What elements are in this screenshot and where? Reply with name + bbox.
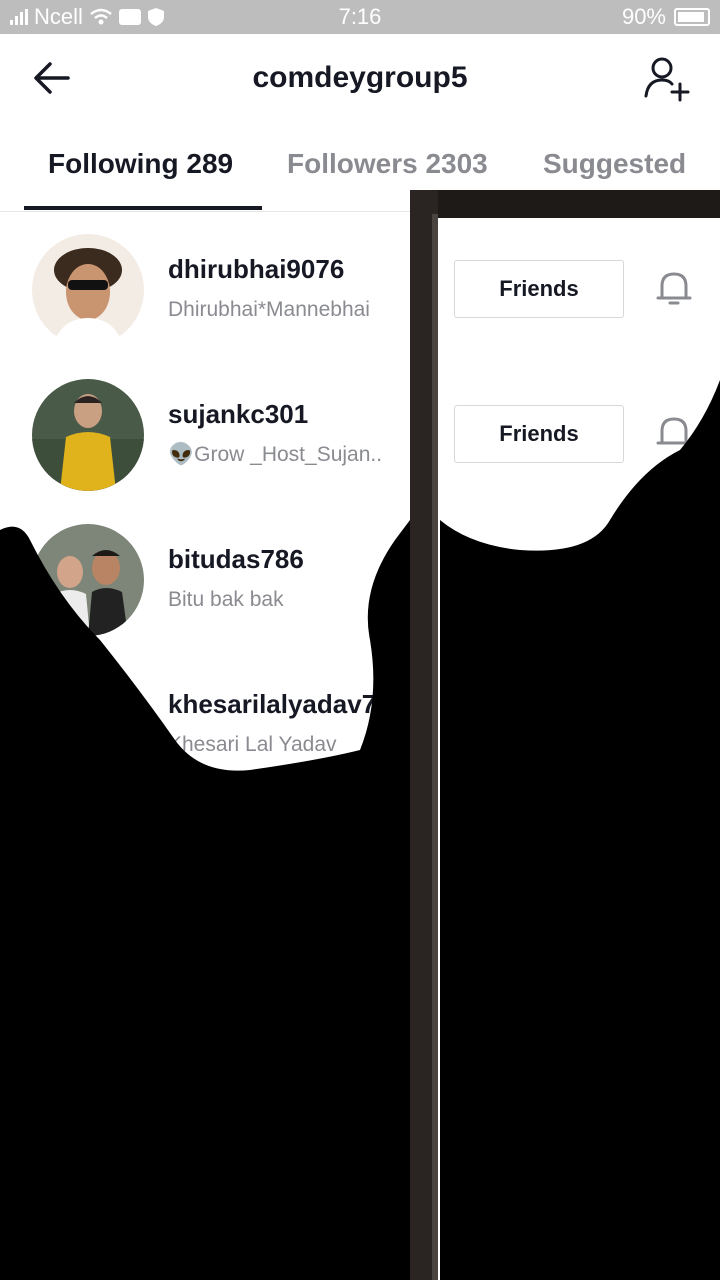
app-content: comdeygroup5 Following 289 Followers 230… <box>0 34 720 1280</box>
user-subtitle: Dhirubhai*Mannebhai <box>168 298 370 321</box>
signal-icon <box>10 9 28 25</box>
tab-active-indicator <box>24 206 262 210</box>
shield-icon <box>147 8 164 26</box>
avatar[interactable] <box>32 524 144 636</box>
list-item[interactable]: dhirubhai9076 Dhirubhai*Mannebhai Friend… <box>0 234 720 374</box>
list-item[interactable]: sujankc301 👽Grow _Host_Sujan.. Friends <box>0 379 720 519</box>
username[interactable]: bitudas786 <box>168 544 304 575</box>
youtube-icon <box>118 9 141 25</box>
user-subtitle: Bitu bak bak <box>168 588 284 611</box>
bell-icon[interactable] <box>654 268 694 308</box>
wifi-icon <box>90 8 112 25</box>
username[interactable]: dhirubhai9076 <box>168 254 344 285</box>
battery-icon <box>674 8 710 26</box>
status-bar: Ncell 7:16 90% <box>0 0 720 34</box>
friends-button[interactable]: Friends <box>454 260 624 318</box>
list-item[interactable]: bitudas786 Bitu bak bak <box>0 524 720 664</box>
avatar[interactable] <box>32 669 144 781</box>
status-right: 90% <box>622 4 710 30</box>
bell-icon[interactable] <box>654 413 694 453</box>
header: comdeygroup5 <box>0 34 720 122</box>
battery-percent: 90% <box>621 4 666 29</box>
user-subtitle: 👽Grow _Host_Sujan.. <box>168 443 383 466</box>
avatar[interactable] <box>32 234 144 346</box>
username[interactable]: khesarilalyadav7 <box>168 689 376 720</box>
friends-button[interactable]: Friends <box>454 405 624 463</box>
tab-suggested[interactable]: Suggested <box>543 148 686 180</box>
username[interactable]: sujankc301 <box>168 399 308 430</box>
person-plus-icon[interactable] <box>642 54 692 104</box>
tab-bar: Following 289 Followers 2303 Suggested <box>0 132 720 212</box>
user-subtitle: Khesari Lal Yadav <box>168 733 337 756</box>
list-item[interactable]: khesarilalyadav7 Khesari Lal Yadav <box>0 669 720 809</box>
tab-following[interactable]: Following 289 <box>48 148 233 180</box>
carrier-name: Ncell <box>34 4 83 29</box>
status-left: Ncell <box>10 4 165 30</box>
page-title: comdeygroup5 <box>252 61 468 94</box>
avatar[interactable] <box>32 379 144 491</box>
tab-followers[interactable]: Followers 2303 <box>287 148 488 180</box>
arrow-left-icon[interactable] <box>30 56 74 100</box>
